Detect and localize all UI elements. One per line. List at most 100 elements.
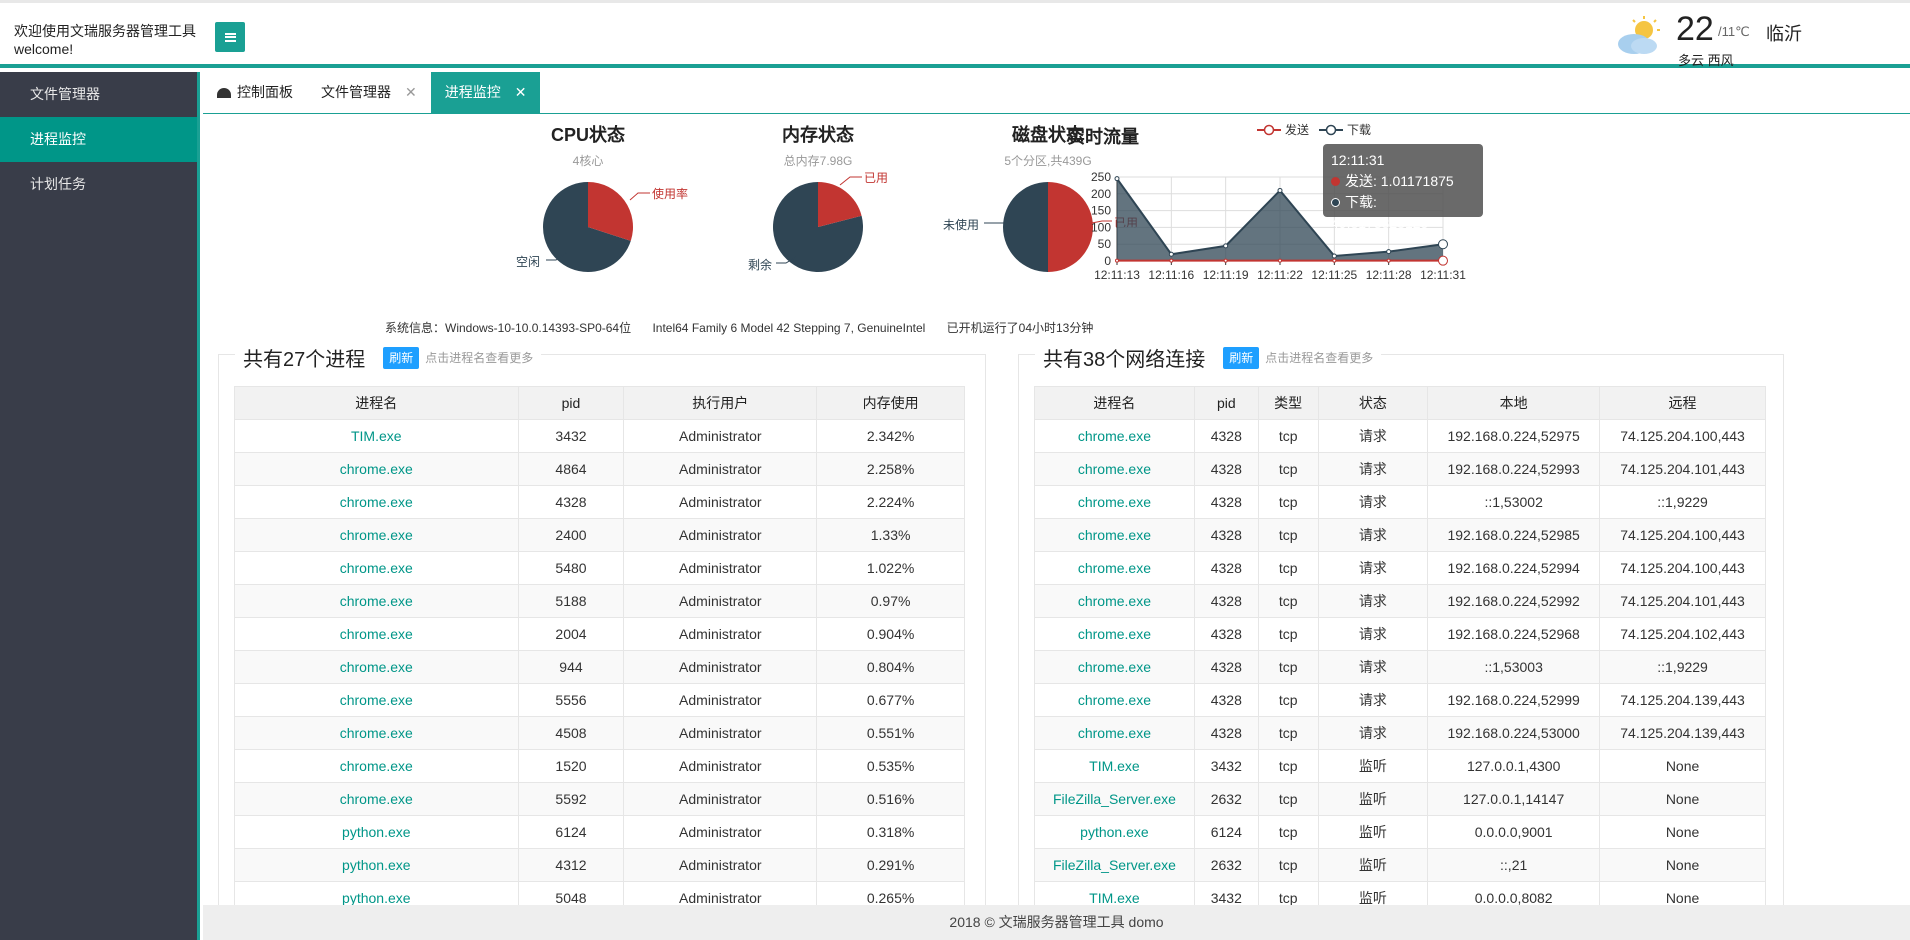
tab-file-manager[interactable]: 文件管理器 ✕ (307, 72, 431, 113)
process-name-link[interactable]: python.exe (1080, 824, 1149, 840)
table-cell: 请求 (1317, 716, 1429, 750)
table-cell: tcp (1257, 419, 1319, 453)
table-cell: 0.318% (816, 815, 965, 849)
y-tick-label: 0 (1104, 254, 1111, 268)
close-icon[interactable]: ✕ (515, 72, 527, 113)
temperature-range: /11℃ (1718, 24, 1750, 39)
process-name-link[interactable]: chrome.exe (1078, 626, 1151, 642)
process-name-cell: chrome.exe (234, 452, 519, 486)
process-name-link[interactable]: python.exe (342, 824, 411, 840)
table-cell: 请求 (1317, 650, 1429, 684)
table-cell: 监听 (1317, 815, 1429, 849)
column-header: 状态 (1317, 386, 1429, 420)
main-content: CPU状态 4核心 使用率 空闲 内存状态 总内存7.98G 已用 剩余 磁盘状… (203, 115, 1910, 905)
tooltip-send-row: 发送: 1.01171875 (1331, 171, 1475, 192)
process-name-link[interactable]: chrome.exe (340, 560, 413, 576)
process-name-link[interactable]: chrome.exe (340, 494, 413, 510)
process-name-link[interactable]: chrome.exe (340, 461, 413, 477)
traffic-tooltip: 12:11:31 发送: 1.01171875 下载: 49.817382812… (1323, 144, 1483, 231)
table-cell: 请求 (1317, 518, 1429, 552)
process-name-link[interactable]: chrome.exe (340, 593, 413, 609)
table-cell: 192.168.0.224,52985 (1427, 518, 1601, 552)
process-name-link[interactable]: chrome.exe (340, 725, 413, 741)
process-name-link[interactable]: TIM.exe (351, 428, 402, 444)
process-name-link[interactable]: FileZilla_Server.exe (1053, 857, 1176, 873)
send-legend-icon (1257, 124, 1281, 135)
tab-dashboard-label: 控制面板 (237, 84, 293, 100)
table-cell: 192.168.0.224,52999 (1427, 683, 1601, 717)
cpu-info: Intel64 Family 6 Model 42 Stepping 7, Ge… (652, 321, 926, 335)
process-name-cell: chrome.exe (234, 716, 519, 750)
process-name-link[interactable]: chrome.exe (1078, 593, 1151, 609)
process-name-link[interactable]: chrome.exe (1078, 659, 1151, 675)
connection-refresh-button[interactable]: 刷新 (1223, 346, 1260, 369)
process-name-link[interactable]: chrome.exe (1078, 494, 1151, 510)
connection-row: chrome.exe 4328 tcp 请求 192.168.0.224,52992 74… (1034, 584, 1766, 618)
legend-send[interactable]: 发送 (1257, 121, 1309, 138)
uptime-info: 已开机运行了04小时13分钟 (946, 321, 1094, 335)
process-name-link[interactable]: chrome.exe (340, 758, 413, 774)
process-name-link[interactable]: chrome.exe (340, 626, 413, 642)
process-name-link[interactable]: TIM.exe (1089, 890, 1140, 905)
table-cell: tcp (1257, 485, 1319, 519)
connection-row: chrome.exe 4328 tcp 请求 192.168.0.224,53000 74… (1034, 716, 1766, 750)
cpu-status: CPU状态 4核心 使用率 空闲 (488, 115, 688, 272)
process-name-link[interactable]: chrome.exe (340, 659, 413, 675)
tab-dashboard[interactable]: 控制面板 (203, 72, 307, 113)
connection-row: TIM.exe 3432 tcp 监听 127.0.0.1,4300 None (1034, 749, 1766, 783)
process-name-link[interactable]: chrome.exe (1078, 560, 1151, 576)
process-name-link[interactable]: chrome.exe (340, 692, 413, 708)
table-cell: 请求 (1317, 617, 1429, 651)
process-name-link[interactable]: python.exe (342, 890, 411, 905)
process-name-link[interactable]: chrome.exe (340, 791, 413, 807)
memory-status: 内存状态 总内存7.98G 已用 剩余 (718, 115, 918, 272)
process-name-link[interactable]: chrome.exe (340, 527, 413, 543)
process-name-link[interactable]: TIM.exe (1089, 758, 1140, 774)
tooltip-send: 发送: 1.01171875 (1345, 173, 1454, 189)
table-cell: Administrator (623, 452, 818, 486)
process-count-title: 共有27个进程 (243, 349, 366, 371)
table-cell: 监听 (1317, 848, 1429, 882)
table-cell: tcp (1257, 848, 1319, 882)
process-name-link[interactable]: chrome.exe (1078, 725, 1151, 741)
tab-process-monitor[interactable]: 进程监控 ✕ (430, 72, 541, 113)
connection-row: chrome.exe 4328 tcp 请求::1,53003::1,9229 (1034, 650, 1766, 684)
process-name-link[interactable]: chrome.exe (1078, 428, 1151, 444)
process-name-link[interactable]: chrome.exe (1078, 461, 1151, 477)
table-cell: ::,21 (1427, 848, 1601, 882)
column-header: 执行用户 (623, 386, 818, 420)
process-name-cell: TIM.exe (234, 419, 519, 453)
table-cell: 4508 (517, 716, 625, 750)
send-point (1115, 258, 1119, 263)
process-name-cell: chrome.exe (234, 650, 519, 684)
table-cell: ::1,53003 (1427, 650, 1601, 684)
process-refresh-button[interactable]: 刷新 (383, 346, 420, 369)
process-name-link[interactable]: chrome.exe (1078, 527, 1151, 543)
download-point (1331, 253, 1337, 259)
process-name-link[interactable]: chrome.exe (1078, 692, 1151, 708)
column-header: 本地 (1427, 386, 1601, 420)
table-cell: 0.0.0.0,9001 (1427, 815, 1601, 849)
welcome-title: 欢迎使用文瑞服务器管理工具 (14, 23, 196, 39)
process-row: chrome.exe 4508 Administrator 0.551% (234, 716, 965, 750)
connection-table: 进程名 pid 类型 状态 本地 远程 chrome.exe 4328 tcp 请求 192.16… (1034, 386, 1766, 905)
sidebar-item-file-manager[interactable]: 文件管理器 (0, 72, 197, 117)
memory-used-label: 已用 (864, 171, 889, 185)
sidebar-item-scheduled-tasks[interactable]: 计划任务 (0, 162, 197, 207)
table-cell: 5188 (517, 584, 625, 618)
table-cell: 请求 (1317, 551, 1429, 585)
table-cell: 192.168.0.224,53000 (1427, 716, 1601, 750)
table-cell: 1.33% (816, 518, 965, 552)
cpu-free-label: 空闲 (516, 255, 541, 269)
table-cell: 74.125.204.100,443 (1599, 518, 1766, 552)
cpu-title: CPU状态 (550, 125, 625, 145)
process-name-link[interactable]: python.exe (342, 857, 411, 873)
process-name-cell: chrome.exe (1034, 716, 1195, 750)
menu-toggle-button[interactable] (215, 22, 245, 52)
process-name-link[interactable]: FileZilla_Server.exe (1053, 791, 1176, 807)
table-cell: 监听 (1317, 749, 1429, 783)
close-icon[interactable]: ✕ (405, 72, 417, 113)
legend-recv[interactable]: 下载 (1319, 121, 1371, 138)
sidebar-item-process-monitor[interactable]: 进程监控 (0, 117, 197, 162)
process-name-cell: TIM.exe (1034, 881, 1195, 905)
